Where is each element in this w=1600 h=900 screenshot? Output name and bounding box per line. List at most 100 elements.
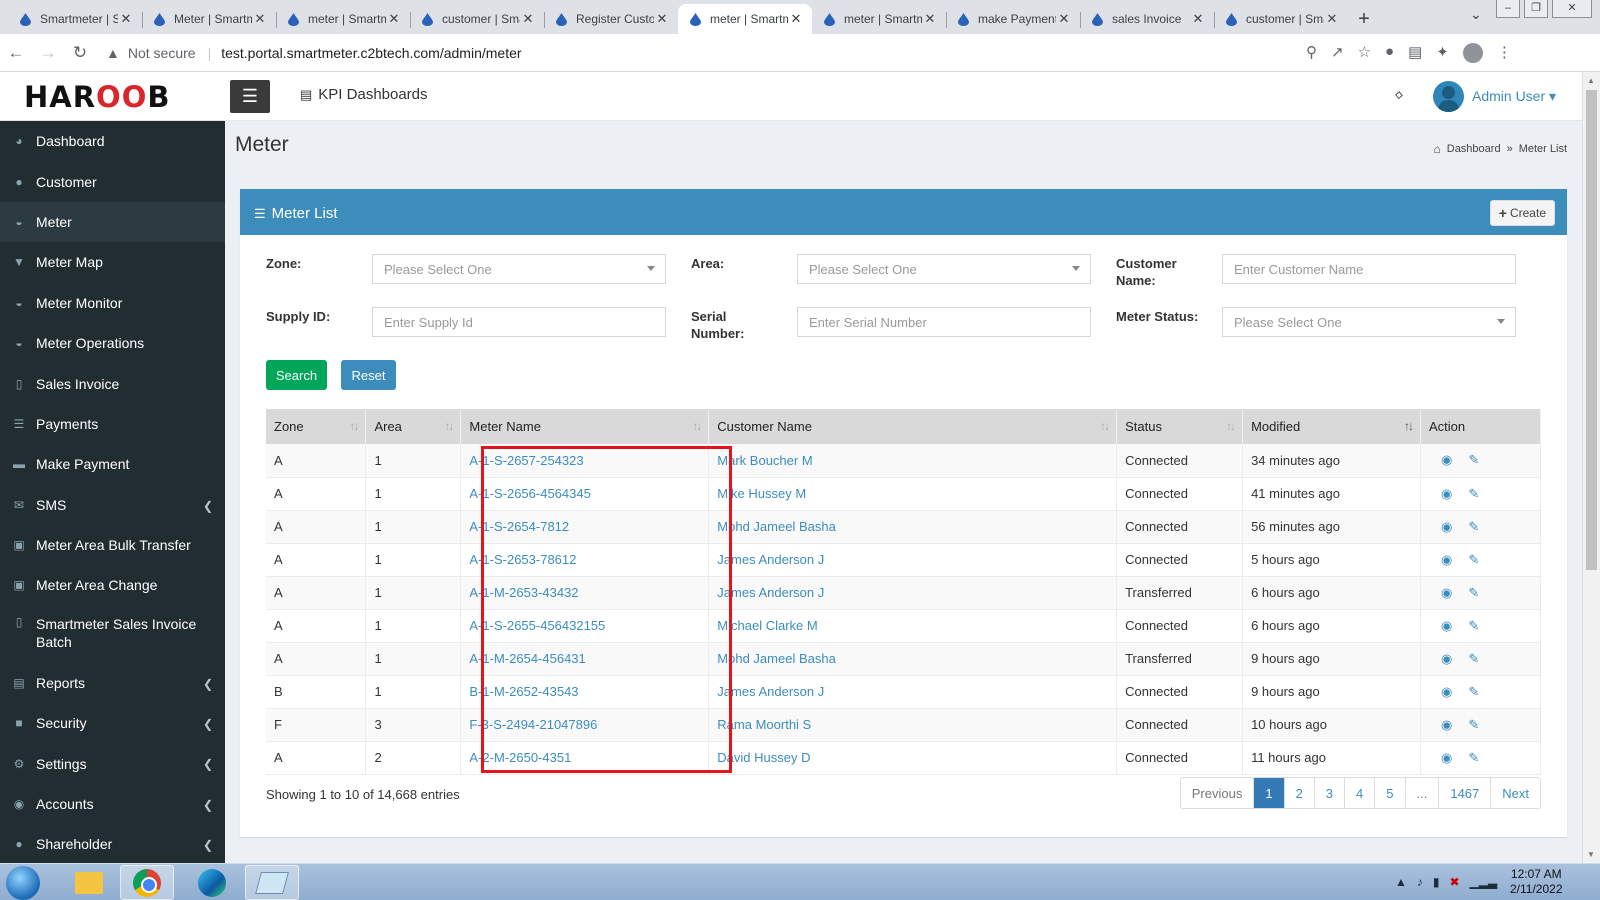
url-text[interactable]: test.portal.smartmeter.c2btech.com/admin… [221, 45, 521, 61]
page-2-button[interactable]: 2 [1283, 778, 1314, 808]
meter-name-link[interactable]: A-1-S-2654-7812 [469, 519, 569, 534]
customer-name-link[interactable]: Mohd Jameel Basha [717, 651, 836, 666]
meter-name-link[interactable]: A-1-M-2654-456431 [469, 651, 585, 666]
sidebar-item-customer[interactable]: ● Customer [0, 161, 225, 201]
view-eye-icon[interactable]: ◉ [1441, 486, 1452, 501]
sidebar-item-smartmeter-sales-invoice-batch[interactable]: ▯ Smartmeter Sales Invoice Batch [0, 606, 225, 663]
sidebar-item-payments[interactable]: ☰ Payments [0, 404, 225, 444]
browser-tab[interactable]: Register Customer✕ [544, 4, 678, 34]
edit-icon[interactable]: ✎ [1468, 651, 1479, 666]
sidebar-item-sms[interactable]: ✉ SMS ❮ [0, 485, 225, 525]
page-1467-button[interactable]: 1467 [1438, 778, 1491, 808]
view-eye-icon[interactable]: ◉ [1441, 750, 1452, 765]
zoom-icon[interactable]: ⚲ [1306, 43, 1317, 63]
clipboard-icon[interactable]: ▤ [1408, 43, 1422, 63]
profile-avatar[interactable] [1462, 42, 1483, 63]
meter-status-select[interactable]: Please Select One [1222, 307, 1516, 337]
tab-close-icon[interactable]: ✕ [1056, 11, 1072, 27]
forward-icon[interactable]: → [32, 43, 64, 63]
signal-icon[interactable]: ▁▂▃ [1470, 875, 1498, 889]
edit-icon[interactable]: ✎ [1468, 585, 1479, 600]
meter-name-link[interactable]: A-1-S-2657-254323 [469, 453, 583, 468]
customer-name-link[interactable]: Michael Clarke M [717, 618, 817, 633]
tab-close-icon[interactable]: ✕ [788, 11, 804, 27]
reload-icon[interactable]: ↻ [64, 43, 96, 63]
reset-button[interactable]: Reset [341, 360, 396, 390]
browser-tab[interactable]: meter | Smartmeter✕ [276, 4, 410, 34]
view-eye-icon[interactable]: ◉ [1441, 717, 1452, 732]
network-error-icon[interactable]: ✖ [1450, 875, 1460, 889]
menu-toggle-button[interactable]: ☰ [230, 80, 270, 113]
sidebar-item-settings[interactable]: ⚙ Settings ❮ [0, 743, 225, 783]
meter-name-link[interactable]: A-1-S-2655-456432155 [469, 618, 605, 633]
page-previous-button[interactable]: Previous [1180, 778, 1254, 808]
col-customer-name[interactable]: Customer Name ↑↓ [708, 409, 1118, 444]
view-eye-icon[interactable]: ◉ [1441, 684, 1452, 699]
sidebar-item-meter-area-bulk-transfer[interactable]: ▣ Meter Area Bulk Transfer [0, 525, 225, 565]
sidebar-item-meter[interactable]: ◒ Meter [0, 201, 225, 243]
col-status[interactable]: Status ↑↓ [1116, 409, 1244, 444]
edit-icon[interactable]: ✎ [1468, 452, 1479, 467]
taskbar-explorer[interactable] [62, 865, 116, 900]
system-clock[interactable]: 12:07 AM 2/11/2022 [1510, 867, 1563, 897]
browser-tab[interactable]: make Payment ✕ [946, 4, 1080, 34]
url-field[interactable]: ▲ Not secure | test.portal.smartmeter.c2… [106, 38, 1281, 67]
meter-name-link[interactable]: F-3-S-2494-21047896 [469, 717, 597, 732]
view-eye-icon[interactable]: ◉ [1441, 452, 1452, 467]
maximize-button[interactable]: ❐ [1524, 0, 1548, 18]
sidebar-item-meter-area-change[interactable]: ▣ Meter Area Change [0, 565, 225, 605]
battery-icon[interactable]: ▮ [1433, 875, 1440, 889]
browser-menu-icon[interactable]: ⋮ [1497, 43, 1512, 63]
bookmark-star-icon[interactable]: ☆ [1358, 43, 1371, 63]
brand-logo[interactable]: HAROOB [24, 80, 170, 114]
serial-number-input[interactable]: Enter Serial Number [797, 307, 1091, 337]
sidebar-item-meter-map[interactable]: ▼ Meter Map [0, 242, 225, 282]
customer-name-link[interactable]: Mike Hussey M [717, 486, 806, 501]
sidebar-item-sales-invoice[interactable]: ▯ Sales Invoice [0, 363, 225, 403]
edit-icon[interactable]: ✎ [1468, 519, 1479, 534]
col-modified[interactable]: Modified ↑↓ [1242, 409, 1421, 444]
meter-name-link[interactable]: A-1-S-2656-4564345 [469, 486, 590, 501]
customer-name-link[interactable]: Mohd Jameel Basha [717, 519, 836, 534]
sidebar-item-security[interactable]: ■ Security ❮ [0, 703, 225, 743]
search-button[interactable]: Search [266, 360, 327, 390]
view-eye-icon[interactable]: ◉ [1441, 585, 1452, 600]
page-scrollbar[interactable]: ▲ ▼ [1582, 72, 1600, 863]
edit-icon[interactable]: ✎ [1468, 750, 1479, 765]
view-eye-icon[interactable]: ◉ [1441, 618, 1452, 633]
page-next-button[interactable]: Next [1490, 778, 1540, 808]
create-button[interactable]: + Create [1489, 200, 1555, 226]
customer-name-link[interactable]: James Anderson J [717, 552, 824, 567]
scroll-down-icon[interactable]: ▼ [1587, 850, 1595, 859]
tab-close-icon[interactable]: ✕ [922, 11, 938, 27]
customer-name-link[interactable]: James Anderson J [717, 585, 824, 600]
minimize-button[interactable]: – [1496, 0, 1520, 18]
share-icon[interactable]: ↗ [1331, 43, 1344, 63]
warning-icon[interactable]: ▲ [106, 45, 120, 61]
browser-tab[interactable]: meter | Smartmeter✕ [678, 4, 812, 34]
tray-expand-icon[interactable]: ▲ [1395, 875, 1407, 889]
supply-id-input[interactable]: Enter Supply Id [372, 307, 666, 337]
edit-icon[interactable]: ✎ [1468, 486, 1479, 501]
edit-icon[interactable]: ✎ [1468, 552, 1479, 567]
view-eye-icon[interactable]: ◉ [1441, 651, 1452, 666]
tab-close-icon[interactable]: ✕ [118, 11, 134, 27]
tab-search-icon[interactable]: ⌄ [1470, 6, 1482, 23]
browser-tab[interactable]: Meter | Smartmeter✕ [142, 4, 276, 34]
col-area[interactable]: Area ↑↓ [365, 409, 462, 444]
zone-select[interactable]: Please Select One [372, 254, 666, 284]
scroll-up-icon[interactable]: ▲ [1587, 76, 1595, 85]
sidebar-item-meter-monitor[interactable]: ◒ Meter Monitor [0, 283, 225, 323]
close-window-button[interactable]: ✕ [1552, 0, 1592, 18]
col-meter-name[interactable]: Meter Name ↑↓ [460, 409, 710, 444]
meter-name-link[interactable]: A-1-S-2653-78612 [469, 552, 576, 567]
tab-close-icon[interactable]: ✕ [654, 11, 670, 27]
area-select[interactable]: Please Select One [797, 254, 1091, 284]
browser-tab[interactable]: customer | Smartmeter✕ [1214, 4, 1348, 34]
puzzle-icon[interactable]: ✦ [1436, 43, 1449, 63]
kpi-dashboards-link[interactable]: ▤ KPI Dashboards [300, 86, 428, 103]
browser-tab[interactable]: customer | Smartmeter✕ [410, 4, 544, 34]
volume-icon[interactable]: ♪ [1417, 875, 1423, 889]
extension-icon[interactable]: ● [1385, 43, 1394, 63]
user-avatar[interactable] [1433, 81, 1464, 112]
